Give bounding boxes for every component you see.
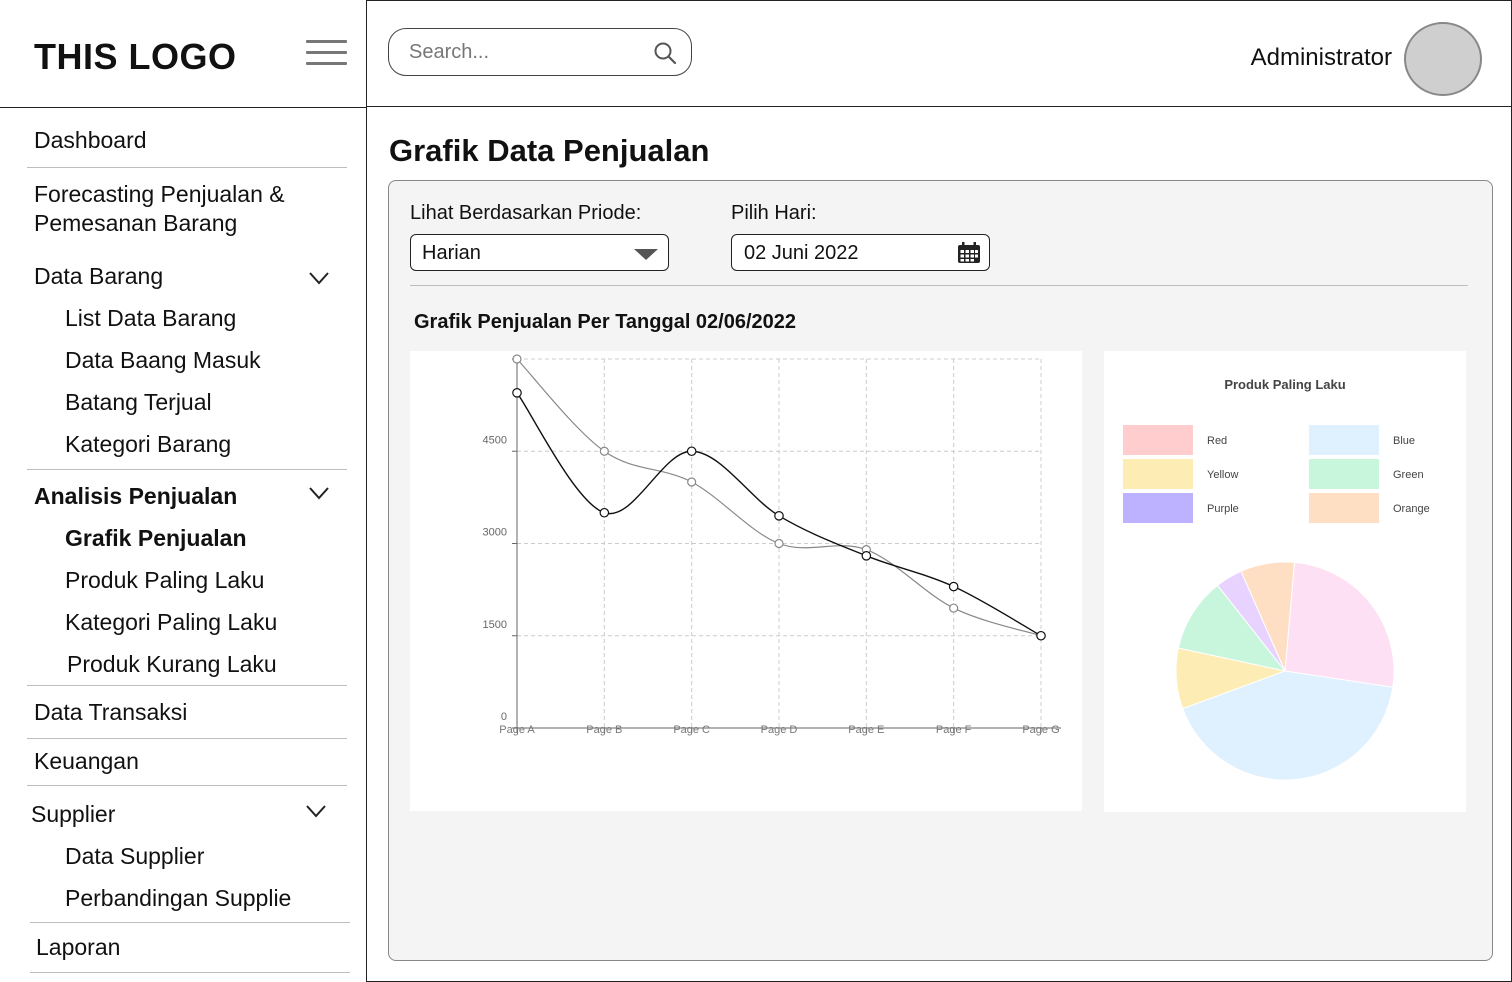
- chart-heading: Grafik Penjualan Per Tanggal 02/06/2022: [414, 311, 797, 333]
- sidebar-item-supplier[interactable]: Supplier: [31, 800, 115, 828]
- search-box[interactable]: [388, 28, 692, 76]
- sidebar-subitem-produk-kurang-laku[interactable]: Produk Kurang Laku: [67, 650, 277, 678]
- x-tick-label: Page E: [848, 724, 884, 736]
- period-select-value: Harian: [422, 242, 481, 264]
- chevron-down-icon[interactable]: [307, 485, 331, 501]
- chart-panel: Lihat Berdasarkan Priode: Harian Pilih H…: [388, 180, 1493, 961]
- dropdown-arrow-icon: [634, 249, 658, 260]
- data-point: [1036, 630, 1046, 641]
- sidebar-item-laporan[interactable]: Laporan: [36, 933, 120, 961]
- legend-label: Blue: [1393, 435, 1415, 447]
- data-point: [774, 538, 784, 549]
- data-point: [948, 581, 959, 592]
- legend-swatch: [1309, 425, 1379, 455]
- legend-swatch: [1309, 493, 1379, 523]
- y-tick-label: 0: [501, 711, 507, 723]
- sidebar-divider: [30, 922, 350, 923]
- sidebar-item-analisis-penjualan[interactable]: Analisis Penjualan: [34, 482, 237, 510]
- data-point: [686, 446, 697, 457]
- period-select[interactable]: Harian: [410, 234, 669, 271]
- y-tick-label: 4500: [483, 434, 507, 446]
- legend-label: Orange: [1393, 503, 1430, 515]
- sidebar-subitem-perbandingan-supplier[interactable]: Perbandingan Supplie: [65, 884, 291, 912]
- sidebar-item-forecasting[interactable]: Forecasting Penjualan &: [34, 180, 285, 208]
- y-tick-label: 3000: [483, 527, 507, 539]
- data-point: [861, 551, 872, 561]
- pie-chart-card: Produk Paling Laku Red Blue Yellow Green Purp…: [1104, 351, 1466, 812]
- sidebar-item-forecasting-line2[interactable]: Pemesanan Barang: [34, 209, 237, 237]
- search-input[interactable]: [409, 39, 649, 65]
- data-point: [512, 388, 522, 398]
- search-icon[interactable]: [653, 41, 677, 65]
- logo-bar: THIS LOGO: [0, 0, 366, 108]
- avatar[interactable]: [1404, 22, 1482, 96]
- x-tick-label: Page G: [1022, 724, 1059, 736]
- chevron-down-icon[interactable]: [307, 270, 331, 286]
- day-label: Pilih Hari:: [731, 202, 817, 224]
- period-label: Lihat Berdasarkan Priode:: [410, 202, 642, 224]
- x-tick-label: Page D: [761, 724, 798, 736]
- legend-swatch: [1123, 425, 1193, 455]
- sidebar-subitem-kategori-barang[interactable]: Kategori Barang: [65, 430, 231, 458]
- data-point: [599, 507, 610, 518]
- x-tick-label: Page A: [499, 724, 535, 736]
- sidebar-subitem-kategori-paling-laku[interactable]: Kategori Paling Laku: [65, 608, 277, 636]
- data-point: [687, 477, 697, 487]
- legend-label: Green: [1393, 469, 1424, 481]
- sidebar-item-data-transaksi[interactable]: Data Transaksi: [34, 698, 187, 726]
- y-tick-label: 1500: [483, 619, 507, 631]
- sidebar-subitem-data-barang-masuk[interactable]: Data Baang Masuk: [65, 346, 261, 374]
- panel-divider: [410, 285, 1468, 286]
- data-point: [949, 603, 959, 613]
- pie-title: Produk Paling Laku: [1224, 377, 1345, 392]
- legend-label: Purple: [1207, 503, 1239, 515]
- data-point: [774, 511, 784, 521]
- sidebar-divider: [27, 785, 347, 786]
- sidebar-item-keuangan[interactable]: Keuangan: [34, 747, 139, 775]
- day-date-value: 02 Juni 2022: [744, 242, 859, 264]
- legend-swatch: [1123, 493, 1193, 523]
- hamburger-icon[interactable]: [306, 40, 347, 66]
- line-chart: 0 1500 3000 4500 6000 Page A Page B Page C Page …: [483, 342, 1061, 736]
- pie-slice: [1284, 561, 1395, 688]
- sidebar-subitem-data-supplier[interactable]: Data Supplier: [65, 842, 204, 870]
- x-tick-label: Page C: [673, 724, 710, 736]
- chevron-down-icon[interactable]: [304, 803, 328, 819]
- sidebar-subitem-grafik-penjualan[interactable]: Grafik Penjualan: [65, 524, 247, 552]
- sidebar-item-data-barang[interactable]: Data Barang: [34, 262, 163, 290]
- top-header: Administrator: [367, 0, 1512, 107]
- day-date-picker[interactable]: 02 Juni 2022: [731, 234, 990, 271]
- x-tick-label: Page F: [936, 724, 972, 736]
- legend-label: Yellow: [1207, 469, 1238, 481]
- sidebar-divider: [27, 167, 347, 168]
- user-name: Administrator: [1250, 44, 1392, 71]
- data-point: [599, 446, 609, 456]
- sidebar-subitem-list-data-barang[interactable]: List Data Barang: [65, 304, 236, 332]
- sidebar-divider: [27, 685, 347, 686]
- data-point: [512, 354, 522, 364]
- series-line-2: [516, 358, 1042, 637]
- legend-swatch: [1123, 459, 1193, 489]
- sidebar-subitem-produk-paling-laku[interactable]: Produk Paling Laku: [65, 566, 264, 594]
- page-title: Grafik Data Penjualan: [389, 133, 710, 168]
- sidebar-divider: [30, 972, 350, 973]
- sidebar-subitem-barang-terjual[interactable]: Batang Terjual: [65, 388, 212, 416]
- sidebar-divider: [27, 469, 347, 470]
- x-tick-label: Page B: [586, 724, 622, 736]
- legend-label: Red: [1207, 435, 1227, 447]
- sidebar-item-dashboard[interactable]: Dashboard: [34, 126, 147, 154]
- line-chart-card: 0 1500 3000 4500 6000 Page A Page B Page C Page …: [410, 342, 1082, 811]
- logo: THIS LOGO: [34, 36, 237, 77]
- y-tick-label: 6000: [483, 351, 507, 354]
- pie-chart: Produk Paling Laku Red Blue Yellow Green Purp…: [1123, 377, 1430, 781]
- legend-swatch: [1309, 459, 1379, 489]
- calendar-icon[interactable]: [957, 242, 981, 264]
- sidebar-divider: [27, 738, 347, 739]
- sidebar: THIS LOGO Dashboard Forecasting Penjuala…: [0, 0, 367, 982]
